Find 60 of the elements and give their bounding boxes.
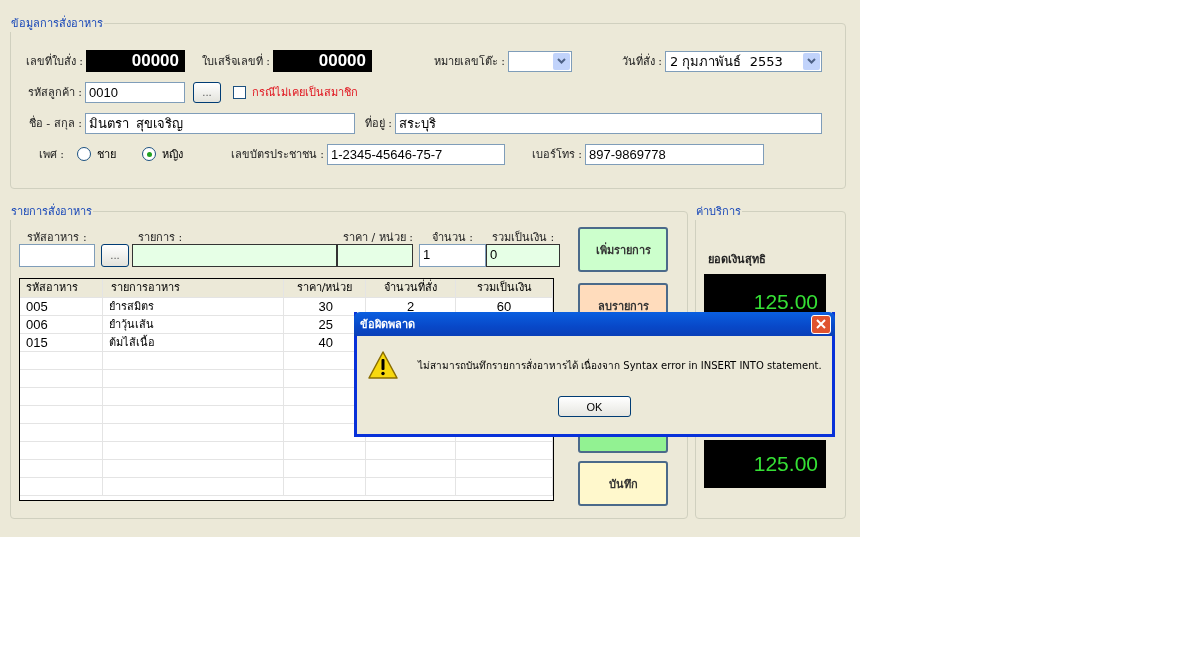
panel-title: ค่าบริการ [695, 204, 742, 220]
field-label: เลขที่ใบสั่ง : [24, 52, 84, 70]
order-date-dropdown[interactable]: 2 กุมภาพันธ์ 2553 [665, 50, 822, 72]
entry-field[interactable]: 0 [485, 244, 560, 267]
radio-label: หญิง [162, 147, 183, 163]
phone-field[interactable]: 897-9869778 [585, 143, 764, 165]
table-cell: ยำรสมิตร [103, 298, 284, 315]
field-label: จำนวน : [430, 230, 474, 244]
radio-label: ชาย [97, 147, 116, 163]
field-label: เพศ : [37, 147, 65, 163]
entry-field[interactable]: 1 [418, 244, 486, 267]
field-label: ที่อยู่ : [363, 114, 393, 132]
field-label: ราคา / หน่วย : [342, 230, 414, 244]
field-label: เบอร์โทร : [530, 147, 583, 163]
table-cell: ต้มไส้เนื้อ [103, 334, 284, 351]
warning-icon [368, 350, 398, 380]
name-field[interactable]: มินตรา สุขเจริญ [85, 112, 355, 134]
table-cell: ยำวุ้นเส้น [103, 316, 284, 333]
column-header: รหัสอาหาร [20, 279, 103, 297]
field-label: ใบเสร็จเลขที่ : [200, 52, 271, 70]
column-header: จำนวนที่สั่ง [366, 279, 456, 297]
field-label: วันที่สั่ง : [620, 52, 663, 70]
action-button[interactable]: เพิ่มรายการ [578, 227, 669, 272]
field-label: หมายเลขโต๊ะ : [432, 54, 506, 70]
field-label: ชื่อ - สกุล : [27, 114, 83, 132]
net-total-label: ยอดเงินสุทธิ [708, 252, 767, 268]
dialog-message: ไม่สามารถบันทึกรายการสั่งอาหารได้ เนื่องจาก Syntax error in INSERT INTO statement. [418, 357, 822, 373]
id-card-field[interactable]: 1-2345-45646-75-7 [327, 143, 505, 165]
customer-code-field[interactable]: 0010 [85, 81, 185, 103]
checkbox-label: กรณีไม่เคยเป็นสมาชิก [252, 84, 358, 101]
ok-button[interactable]: OK [558, 396, 631, 417]
amount-display: 125.00 [704, 440, 826, 488]
browse-button[interactable]: ... [193, 81, 221, 103]
address-field[interactable]: สระบุริ [395, 112, 822, 134]
field-label: รายการ : [137, 230, 184, 244]
entry-field[interactable] [337, 244, 413, 267]
radio-button[interactable] [142, 147, 156, 161]
entry-field[interactable] [19, 244, 95, 267]
table-cell: 006 [20, 316, 103, 333]
checkbox[interactable] [233, 85, 246, 99]
field-label: รวมเป็นเงิน : [490, 229, 556, 244]
column-header: รวมเป็นเงิน [456, 279, 553, 297]
panel-title: รายการสั่งอาหาร [10, 202, 93, 220]
table-number-dropdown[interactable] [508, 50, 572, 72]
browse-button[interactable]: ... [101, 244, 129, 267]
close-icon [816, 319, 826, 329]
order-number-display: 00000 [86, 50, 185, 72]
receipt-number-display: 00000 [273, 50, 372, 72]
field-label: เลขบัตรประชาชน : [229, 147, 325, 163]
radio-button[interactable] [77, 147, 91, 161]
table-cell: 005 [20, 298, 103, 315]
table-cell: 015 [20, 334, 103, 351]
close-button[interactable] [811, 314, 831, 334]
entry-field[interactable] [132, 244, 337, 267]
column-header: รายการอาหาร [103, 279, 284, 297]
action-button[interactable]: บันทึก [578, 461, 669, 506]
column-header: ราคา/หน่วย [284, 279, 366, 297]
panel-title: ข้อมูลการสั่งอาหาร [10, 14, 104, 32]
field-label: รหัสอาหาร : [26, 230, 88, 244]
field-label: รหัสลูกค้า : [26, 85, 83, 101]
